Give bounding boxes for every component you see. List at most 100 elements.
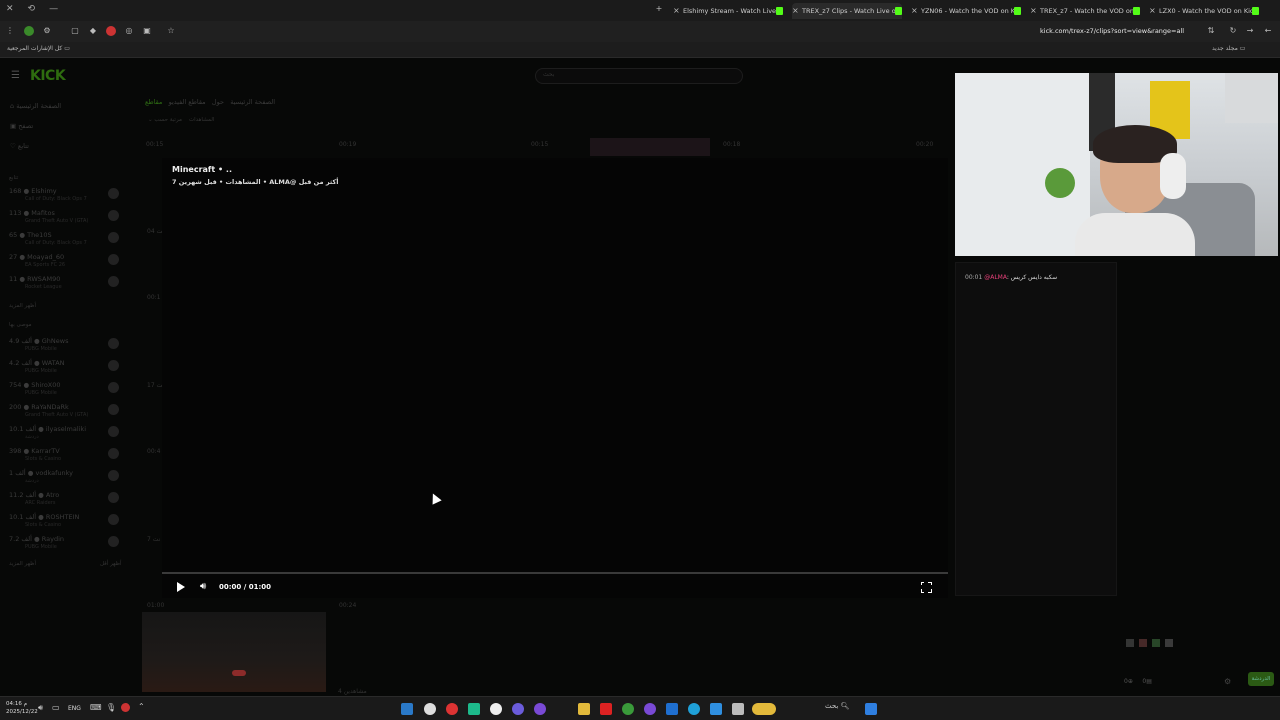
volume-icon[interactable]: 🔊︎ xyxy=(200,581,206,592)
taskbar-search[interactable]: بحث 🔍︎ xyxy=(825,702,849,710)
record-extension-icon[interactable] xyxy=(106,26,116,36)
app-icon[interactable] xyxy=(600,703,612,715)
emote-icon[interactable] xyxy=(1126,639,1134,647)
close-icon[interactable]: × xyxy=(792,3,799,19)
tune-icon[interactable]: ⇅ xyxy=(1206,26,1216,36)
video-player[interactable]: Minecraft • .. المشاهدات • قبل شهرين 7 •… xyxy=(162,158,948,598)
sidebar-channel[interactable]: 10.1 ألف ● ROSHTEIN Slots & Casino xyxy=(9,513,119,533)
steam-icon[interactable] xyxy=(401,703,413,715)
extension-icon[interactable]: ⚙ xyxy=(42,26,52,36)
clip-thumbnail[interactable] xyxy=(590,138,710,156)
app-icon[interactable] xyxy=(468,703,480,715)
tab-about[interactable]: حول xyxy=(212,98,224,106)
sidebar-channel[interactable]: 7.2 ألف ● Raydin PUBG Mobile xyxy=(9,535,119,555)
keyboard-icon[interactable]: ⌨ xyxy=(90,703,102,712)
shield-icon[interactable]: ◆ xyxy=(88,26,98,36)
emote-icon[interactable] xyxy=(1139,639,1147,647)
app-icon[interactable] xyxy=(710,703,722,715)
screenshot-icon[interactable]: ▢ xyxy=(70,26,80,36)
sidebar-channel[interactable]: 4.9 ألف ● GhNews PUBG Mobile xyxy=(9,337,119,357)
sidebar-channel[interactable]: 11 ● RWSAM90 Rocket League xyxy=(9,275,119,295)
tab-clips[interactable]: مقاطع xyxy=(145,98,162,106)
play-icon[interactable] xyxy=(177,582,185,592)
sidebar-channel[interactable]: 1 ألف ● vodkafunky دردشة xyxy=(9,469,119,489)
channel-name-text: KarrarTV xyxy=(31,447,60,455)
app-icon[interactable] xyxy=(446,703,458,715)
tab-yzn06[interactable]: × YZN06 - Watch the VOD on Kick xyxy=(911,3,1021,19)
profile-icon[interactable] xyxy=(24,26,34,36)
extension-icon-2[interactable]: ◎ xyxy=(124,26,134,36)
close-icon[interactable]: × xyxy=(673,3,680,19)
discord-icon[interactable] xyxy=(512,703,524,715)
app-icon[interactable] xyxy=(534,703,546,715)
record-tray-icon[interactable] xyxy=(121,703,130,712)
chevron-up-icon[interactable]: ⌃ xyxy=(138,702,145,711)
reload-icon[interactable]: ↻ xyxy=(1228,26,1238,36)
sidebar-channel[interactable]: 11.2 ألف ● Atro ARC Raiders xyxy=(9,491,119,511)
emote-icon[interactable] xyxy=(1152,639,1160,647)
sort-dropdown[interactable]: ⌄ المشاهدات مرتبة حسب xyxy=(148,117,214,123)
microphone-icon[interactable]: 🎙︎ xyxy=(106,703,116,712)
start-windows-icon[interactable] xyxy=(865,703,877,715)
tab-home[interactable]: الصفحة الرئيسية xyxy=(230,98,275,106)
search-input[interactable]: بحث xyxy=(535,68,743,84)
clip-thumbnail[interactable] xyxy=(142,612,326,692)
close-icon[interactable]: × xyxy=(1030,3,1037,19)
new-tab-icon[interactable]: + xyxy=(654,4,664,14)
kick-logo[interactable]: KICK xyxy=(30,68,66,84)
nav-browse[interactable]: ▣ تصفح xyxy=(10,122,33,130)
window-controls[interactable]: ✕⟲— xyxy=(6,4,72,14)
show-more-recommended[interactable]: أظهر المزيد xyxy=(9,561,36,567)
sidebar-channel[interactable]: 398 ● KarrarTV Slots & Casino xyxy=(9,447,119,467)
tab-lzx0-vod[interactable]: × LZX0 - Watch the VOD on Kick xyxy=(1149,3,1259,19)
app-icon[interactable] xyxy=(490,703,502,715)
network-icon[interactable]: ▭ xyxy=(52,703,60,712)
chat-username[interactable]: @ALMA xyxy=(984,274,1007,281)
sidebar-channel[interactable]: 200 ● RaYaNDaRk Grand Theft Auto V (GTA) xyxy=(9,403,119,423)
show-less-recommended[interactable]: أظهر أقل xyxy=(100,561,122,567)
fullscreen-icon[interactable] xyxy=(920,581,932,593)
hamburger-menu-icon[interactable]: ☰ xyxy=(11,70,20,81)
nav-home[interactable]: ⌂ الصفحة الرئيسية xyxy=(10,102,61,110)
sidebar-channel[interactable]: 27 ● Moayad_60 EA Sports FC 26 xyxy=(9,253,119,273)
emote-row[interactable] xyxy=(1126,632,1266,647)
tab-elshimy[interactable]: ×Elshimy Stream - Watch Live on Kick xyxy=(673,3,783,19)
volume-icon[interactable]: 🔊︎ xyxy=(38,703,43,713)
emote-icon[interactable] xyxy=(1165,639,1173,647)
chat-send-button[interactable]: الدردشة xyxy=(1248,672,1274,686)
show-more-following[interactable]: أظهر المزيد xyxy=(9,303,36,309)
tab-videos[interactable]: مقاطع الفيديو xyxy=(169,98,206,106)
close-icon[interactable]: × xyxy=(1149,3,1156,19)
store-icon[interactable] xyxy=(666,703,678,715)
language-indicator[interactable]: ENG xyxy=(68,705,81,712)
bookmark-star-icon[interactable]: ☆ xyxy=(166,26,176,36)
app-icon[interactable] xyxy=(732,703,744,715)
sidebar-channel[interactable]: 4.2 ألف ● WATAN PUBG Mobile xyxy=(9,359,119,379)
close-icon[interactable]: × xyxy=(911,3,918,19)
sidebar-channel[interactable]: 10.1 ألف ● ilyaselmaliki دردشة xyxy=(9,425,119,445)
file-explorer-icon[interactable] xyxy=(578,703,590,715)
sidebar-channel[interactable]: 754 ● ShiroX00 PUBG Mobile xyxy=(9,381,119,401)
extension-icon-3[interactable]: ▣ xyxy=(142,26,152,36)
app-icon[interactable] xyxy=(424,703,436,715)
settings-gear-icon[interactable]: ⚙ xyxy=(1224,677,1231,686)
address-bar[interactable]: kick.com/trex-z7/clips?sort=view&range=a… xyxy=(1040,27,1184,35)
sidebar-channel[interactable]: 168 ● Elshimy Call of Duty: Black Ops 7 xyxy=(9,187,119,207)
progress-bar[interactable] xyxy=(162,572,948,574)
sidebar-channel[interactable]: 65 ● The10S Call of Duty: Black Ops 7 xyxy=(9,231,119,251)
forward-icon[interactable]: → xyxy=(1245,26,1255,36)
back-icon[interactable]: ← xyxy=(1263,26,1273,36)
tab-trex-clips[interactable]: ×TREX_z7 Clips - Watch Live on Kick xyxy=(792,3,902,19)
clock[interactable]: 04:16 م 2025/12/22 xyxy=(6,700,38,716)
tab-trex-vod[interactable]: × TREX_z7 - Watch the VOD on Kick xyxy=(1030,3,1140,19)
menu-icon[interactable]: ⋮ xyxy=(5,26,15,36)
chrome-icon[interactable] xyxy=(622,703,634,715)
nav-following[interactable]: ♡ تتابع xyxy=(10,142,29,150)
edge-icon[interactable] xyxy=(688,703,700,715)
all-bookmarks-button[interactable]: كل الإشارات المرجعية ▭ xyxy=(7,45,70,52)
new-folder-button[interactable]: مجلد جديد ▭ xyxy=(1212,45,1245,52)
sidebar-channel[interactable]: 113 ● Mafitos Grand Theft Auto V (GTA) xyxy=(9,209,119,229)
widget-icon[interactable] xyxy=(752,703,776,715)
app-icon[interactable] xyxy=(644,703,656,715)
avatar xyxy=(108,448,119,459)
